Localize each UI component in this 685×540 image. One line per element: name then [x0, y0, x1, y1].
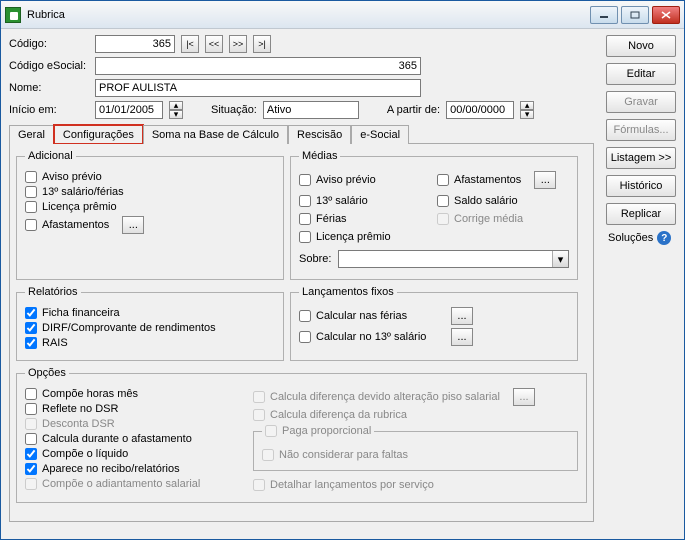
relatorios-group: Relatórios Ficha financeira DIRF/Comprov…: [16, 286, 284, 361]
titlebar: Rubrica: [1, 1, 684, 29]
rel-ficha-checkbox[interactable]: [25, 307, 37, 319]
op-horas-checkbox[interactable]: [25, 388, 37, 400]
adicional-aviso-checkbox[interactable]: [25, 171, 37, 183]
tab-bar: Geral Configurações Soma na Base de Cálc…: [9, 125, 594, 144]
historico-button[interactable]: Histórico: [606, 175, 676, 197]
medias-sobre-label: Sobre:: [299, 253, 333, 265]
formulas-button[interactable]: Fórmulas...: [606, 119, 676, 141]
codigo-label: Código:: [9, 38, 89, 50]
adicional-group: Adicional Aviso prévio 13º salário/féria…: [16, 150, 284, 280]
medias-group: Médias Aviso prévio Afastamentos ... 13º…: [290, 150, 578, 280]
tab-rescisao[interactable]: Rescisão: [288, 125, 351, 144]
apartir-spin-down[interactable]: ▾: [520, 110, 534, 119]
op-faltas-checkbox: [262, 449, 274, 461]
lanc-ferias-button[interactable]: ...: [451, 307, 473, 325]
listagem-button[interactable]: Listagem >>: [606, 147, 676, 169]
nav-next-button[interactable]: >>: [229, 35, 247, 53]
nome-field[interactable]: [95, 79, 421, 97]
editar-button[interactable]: Editar: [606, 63, 676, 85]
codigo-esocial-label: Código eSocial:: [9, 60, 89, 72]
op-detalhar-checkbox: [253, 479, 265, 491]
rel-rais-checkbox[interactable]: [25, 337, 37, 349]
codigo-esocial-field[interactable]: [95, 57, 421, 75]
medias-afast-checkbox[interactable]: [437, 174, 449, 186]
maximize-button[interactable]: [621, 6, 649, 24]
opcoes-group: Opções Compõe horas mês Reflete no DSR D…: [16, 367, 587, 503]
medias-corrige-checkbox: [437, 213, 449, 225]
rel-dirf-checkbox[interactable]: [25, 322, 37, 334]
nome-label: Nome:: [9, 82, 89, 94]
op-adiant-checkbox: [25, 478, 37, 490]
adicional-legend: Adicional: [25, 150, 76, 162]
tab-configuracoes[interactable]: Configurações: [54, 125, 143, 144]
op-difpiso-checkbox: [253, 391, 265, 403]
solucoes-link[interactable]: Soluções ?: [606, 231, 676, 245]
nav-prev-button[interactable]: <<: [205, 35, 223, 53]
tab-geral[interactable]: Geral: [9, 125, 54, 144]
medias-aviso-checkbox[interactable]: [299, 174, 311, 186]
sidebar-buttons: Novo Editar Gravar Fórmulas... Listagem …: [606, 35, 676, 245]
lancamentos-group: Lançamentos fixos Calcular nas férias...…: [290, 286, 578, 361]
app-icon: [5, 7, 21, 23]
medias-sobre-combo[interactable]: ▾: [338, 250, 569, 268]
medias-licenca-checkbox[interactable]: [299, 231, 311, 243]
opcoes-legend: Opções: [25, 367, 69, 379]
apartir-field[interactable]: [446, 101, 514, 119]
op-liquido-checkbox[interactable]: [25, 448, 37, 460]
tab-body-configuracoes: Adicional Aviso prévio 13º salário/féria…: [9, 144, 594, 522]
op-difrub-checkbox: [253, 409, 265, 421]
lancamentos-legend: Lançamentos fixos: [299, 286, 397, 298]
relatorios-legend: Relatórios: [25, 286, 81, 298]
op-afast-checkbox[interactable]: [25, 433, 37, 445]
close-button[interactable]: [652, 6, 680, 24]
medias-ferias-checkbox[interactable]: [299, 213, 311, 225]
op-recibo-checkbox[interactable]: [25, 463, 37, 475]
situacao-label: Situação:: [211, 104, 257, 116]
inicio-label: Início em:: [9, 104, 89, 116]
rubrica-window: Rubrica Novo Editar Gravar Fórmulas... L…: [0, 0, 685, 540]
adicional-licenca-checkbox[interactable]: [25, 201, 37, 213]
replicar-button[interactable]: Replicar: [606, 203, 676, 225]
minimize-button[interactable]: [590, 6, 618, 24]
medias-saldo-checkbox[interactable]: [437, 195, 449, 207]
op-paga-checkbox: [265, 425, 277, 437]
medias-legend: Médias: [299, 150, 340, 162]
op-reflete-checkbox[interactable]: [25, 403, 37, 415]
codigo-field[interactable]: [95, 35, 175, 53]
gravar-button[interactable]: Gravar: [606, 91, 676, 113]
inicio-spin-down[interactable]: ▾: [169, 110, 183, 119]
tab-esocial[interactable]: e-Social: [351, 125, 409, 144]
adicional-afast-button[interactable]: ...: [122, 216, 144, 234]
op-difpiso-button[interactable]: ...: [513, 388, 535, 406]
novo-button[interactable]: Novo: [606, 35, 676, 57]
lanc-13-checkbox[interactable]: [299, 331, 311, 343]
help-icon: ?: [657, 231, 671, 245]
medias-13-checkbox[interactable]: [299, 195, 311, 207]
paga-proporcional-group: Paga proporcional Não considerar para fa…: [253, 425, 578, 471]
window-title: Rubrica: [27, 9, 590, 21]
op-desconta-checkbox: [25, 418, 37, 430]
situacao-field[interactable]: [263, 101, 359, 119]
nav-first-button[interactable]: |<: [181, 35, 199, 53]
inicio-field[interactable]: [95, 101, 163, 119]
adicional-afast-checkbox[interactable]: [25, 219, 37, 231]
chevron-down-icon: ▾: [552, 251, 568, 267]
solucoes-label: Soluções: [608, 232, 653, 244]
adicional-13-checkbox[interactable]: [25, 186, 37, 198]
medias-afast-button[interactable]: ...: [534, 171, 556, 189]
apartir-label: A partir de:: [387, 104, 440, 116]
lanc-ferias-checkbox[interactable]: [299, 310, 311, 322]
lanc-13-button[interactable]: ...: [451, 328, 473, 346]
nav-last-button[interactable]: >|: [253, 35, 271, 53]
tab-soma-base[interactable]: Soma na Base de Cálculo: [143, 125, 288, 144]
